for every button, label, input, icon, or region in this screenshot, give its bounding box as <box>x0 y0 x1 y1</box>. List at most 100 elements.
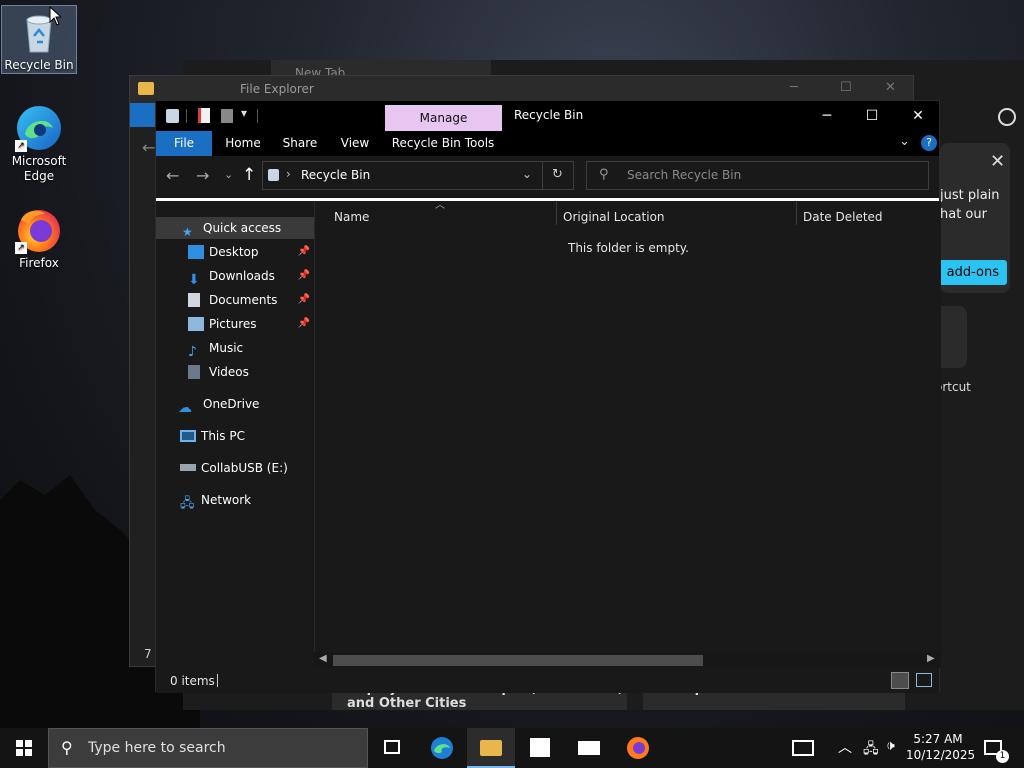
column-header-name[interactable]: Name <box>334 206 554 228</box>
recycle-bin-small-icon <box>166 109 179 123</box>
close-button[interactable]: ✕ <box>895 101 941 131</box>
notification-center-button[interactable]: 1 <box>980 728 1024 768</box>
close-icon[interactable]: ✕ <box>885 80 896 95</box>
desktop-folder-icon <box>188 244 204 259</box>
tab-file[interactable]: File <box>156 131 212 156</box>
back-arrow-icon[interactable]: ← <box>142 138 155 157</box>
nav-item-videos[interactable]: Videos <box>156 361 314 383</box>
nav-item-network[interactable]: 🖧 Network <box>156 489 314 511</box>
desktop-icon-edge[interactable]: ↗ Microsoft Edge <box>2 104 76 184</box>
taskbar-firefox[interactable] <box>614 728 662 768</box>
minimize-icon[interactable]: ─ <box>790 80 798 95</box>
volume-icon[interactable]: 🕩 <box>886 738 895 754</box>
pin-icon[interactable]: 📌 <box>298 241 310 263</box>
maximize-button[interactable]: ☐ <box>849 101 895 131</box>
tab-recycle-bin-tools[interactable]: Recycle Bin Tools <box>388 131 498 156</box>
horizontal-scrollbar[interactable]: ◀ ▶ <box>314 652 941 668</box>
desktop-icon-recycle-bin[interactable]: Recycle Bin <box>1 5 77 74</box>
star-icon: ★ <box>182 224 193 239</box>
qat-customize-icon[interactable]: ▾ <box>241 106 247 120</box>
forward-arrow-icon[interactable]: → <box>196 166 209 185</box>
manage-contextual-tab[interactable]: Manage <box>385 105 502 131</box>
profile-icon[interactable] <box>998 108 1016 126</box>
file-explorer-window[interactable]: ▾ Manage Recycle Bin ─ ☐ ✕ File Home Sha… <box>155 100 941 693</box>
nav-label: Music <box>209 341 244 355</box>
nav-item-usb-drive[interactable]: CollabUSB (E:) <box>156 457 314 479</box>
nav-item-downloads[interactable]: ⬇ Downloads 📌 <box>156 265 314 288</box>
tab-view[interactable]: View <box>332 131 378 156</box>
bg-file-tab[interactable] <box>130 103 157 127</box>
address-breadcrumb[interactable]: Recycle Bin <box>301 168 370 182</box>
network-status-icon[interactable]: 🖧 <box>863 738 879 762</box>
window-title: Recycle Bin <box>514 108 584 122</box>
file-list[interactable]: ︿ Name Original Location Date Deleted Th… <box>314 200 941 668</box>
folder-icon <box>138 82 154 95</box>
help-icon[interactable]: ? <box>921 135 937 151</box>
nav-item-pictures[interactable]: Pictures 📌 <box>156 313 314 335</box>
get-addons-button[interactable]: add-ons <box>933 260 1007 285</box>
pin-icon[interactable]: 📌 <box>298 265 310 287</box>
recent-locations-icon[interactable]: ⌄ <box>224 168 233 181</box>
large-icons-view-icon[interactable] <box>916 673 932 687</box>
ribbon-expand-icon[interactable]: ⌄ <box>899 134 910 149</box>
close-icon[interactable]: ✕ <box>990 151 1005 172</box>
clock-time: 5:27 AM <box>913 732 963 746</box>
desktop-icon-label: Edge <box>23 169 55 183</box>
start-button[interactable] <box>0 728 48 768</box>
nav-label: Desktop <box>209 245 259 259</box>
column-header-date-deleted[interactable]: Date Deleted <box>803 206 933 228</box>
properties-icon[interactable] <box>198 108 210 123</box>
clock-date: 10/12/2025 <box>906 748 976 762</box>
scroll-left-icon[interactable]: ◀ <box>319 653 327 664</box>
up-arrow-icon[interactable]: ↑ <box>242 165 256 185</box>
address-dropdown-icon[interactable]: ⌄ <box>522 167 532 181</box>
nav-label: OneDrive <box>203 397 260 411</box>
address-bar[interactable]: › Recycle Bin ⌄ ↻ <box>262 161 574 190</box>
clock[interactable]: 5:27 AM 10/12/2025 <box>906 731 976 763</box>
news-headline: and Other Cities <box>347 696 467 711</box>
refresh-icon[interactable]: ↻ <box>552 167 563 182</box>
nav-label: Videos <box>209 365 249 379</box>
taskbar-mail[interactable] <box>565 728 613 768</box>
pin-icon[interactable]: 📌 <box>298 313 310 335</box>
promo-text: just plain <box>940 188 1000 203</box>
nav-item-onedrive[interactable]: ☁ OneDrive <box>156 393 314 416</box>
minimize-button[interactable]: ─ <box>804 101 850 131</box>
tab-home[interactable]: Home <box>218 131 268 156</box>
column-separator[interactable] <box>796 201 797 225</box>
back-arrow-icon[interactable]: ← <box>166 166 179 185</box>
desktop-icon-firefox[interactable]: ↗ Firefox <box>2 206 76 271</box>
maximize-icon[interactable]: ☐ <box>840 80 852 95</box>
firefox-icon: ↗ <box>15 206 63 254</box>
tab-share[interactable]: Share <box>276 131 324 156</box>
pin-icon[interactable]: 📌 <box>298 289 310 311</box>
usb-drive-icon <box>180 464 196 471</box>
taskbar-file-explorer[interactable] <box>467 728 515 768</box>
music-icon: ♪ <box>188 343 197 360</box>
news-widget-icon[interactable] <box>792 740 814 756</box>
details-view-icon[interactable] <box>891 672 909 689</box>
bg-titlebar: File Explorer ─ ☐ ✕ <box>130 76 913 103</box>
scrollbar-thumb[interactable] <box>333 655 703 666</box>
new-folder-icon[interactable] <box>221 109 233 123</box>
taskbar-store[interactable] <box>516 728 564 768</box>
nav-item-this-pc[interactable]: This PC <box>156 425 314 447</box>
column-header-original-location[interactable]: Original Location <box>563 206 793 228</box>
column-separator[interactable] <box>556 201 557 225</box>
nav-item-music[interactable]: ♪ Music <box>156 337 314 360</box>
nav-item-quick-access[interactable]: ★ Quick access <box>156 217 314 239</box>
nav-label: This PC <box>201 429 245 443</box>
breadcrumb-chevron-icon[interactable]: › <box>286 167 291 181</box>
taskbar-edge[interactable] <box>418 728 466 768</box>
nav-item-desktop[interactable]: Desktop 📌 <box>156 241 314 263</box>
nav-label: Network <box>201 493 252 507</box>
task-view-button[interactable] <box>368 728 416 768</box>
cloud-icon: ☁ <box>178 399 192 416</box>
taskbar-search-placeholder: Type here to search <box>88 740 226 756</box>
search-box[interactable]: ⚲ Search Recycle Bin <box>586 161 929 190</box>
scroll-right-icon[interactable]: ▶ <box>927 653 935 664</box>
title-bar[interactable]: ▾ Manage Recycle Bin ─ ☐ ✕ <box>156 101 939 131</box>
taskbar-search-box[interactable]: ⚲ Type here to search <box>48 728 368 768</box>
show-hidden-icons-icon[interactable]: ︿ <box>838 737 852 757</box>
nav-item-documents[interactable]: Documents 📌 <box>156 289 314 311</box>
